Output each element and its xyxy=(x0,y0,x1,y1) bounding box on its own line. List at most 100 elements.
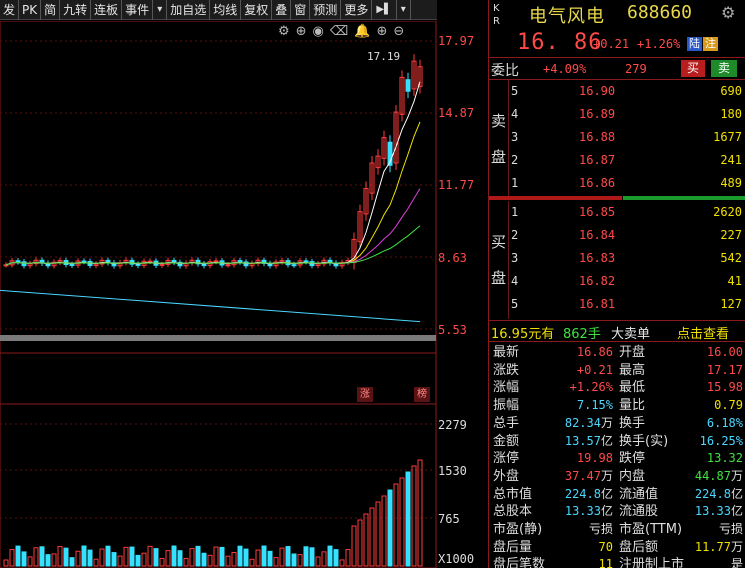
level-price: 16.85 xyxy=(579,205,616,219)
volume-bar xyxy=(219,546,225,567)
stat-value: 15.98 xyxy=(707,379,743,396)
stat-row: 换手(实) 16.25% xyxy=(619,433,743,450)
volume-bar xyxy=(81,545,87,567)
kline-chart-svg[interactable] xyxy=(0,21,488,568)
stat-label: 盘后笔数 xyxy=(493,557,546,568)
stat-label: 市盈(静) xyxy=(493,522,543,537)
candle-body xyxy=(291,264,297,267)
volume-bar xyxy=(387,489,393,567)
stat-label: 涨跌 xyxy=(493,362,520,378)
level-num: 4 xyxy=(511,274,519,288)
stat-value: +1.26% xyxy=(570,379,613,396)
stat-row: 最新 16.86 xyxy=(493,344,613,361)
level-volume: 241 xyxy=(720,153,742,167)
stat-label: 最高 xyxy=(619,362,646,378)
bid-level[interactable]: 1 16.85 2620 xyxy=(509,201,745,223)
bid-level[interactable]: 5 16.81 127 xyxy=(509,293,745,315)
toolbar-dropdown2-icon[interactable]: ▾ xyxy=(397,0,411,20)
stat-value: 19.98 xyxy=(577,450,613,467)
bid-level[interactable]: 2 16.84 227 xyxy=(509,224,745,246)
ranking-tag[interactable]: 榜 xyxy=(414,387,430,402)
candle-body xyxy=(303,260,309,263)
bid-level[interactable]: 4 16.82 41 xyxy=(509,270,745,292)
stat-label: 总手 xyxy=(493,415,520,431)
volume-bar xyxy=(93,558,99,567)
stat-row: 跌停 13.32 xyxy=(619,450,743,467)
stock-name: 电气风电 xyxy=(529,6,605,27)
toolbar-item-jiuzhuan[interactable]: 九转 xyxy=(60,0,92,20)
buy-button[interactable]: 买 xyxy=(681,60,705,77)
stat-unit: 亿 xyxy=(730,504,743,519)
kline-chart[interactable]: ⚙⊕◉⌫🔔⊕⊖ 17.19 17.97 14.87 11.77 8.63 5.5… xyxy=(0,21,488,568)
stat-unit: 亿 xyxy=(730,486,743,501)
toolbar-dropdown-icon[interactable]: ▾ xyxy=(153,0,168,20)
ask-level[interactable]: 4 16.89 180 xyxy=(509,103,745,125)
toolbar-item-forecast[interactable]: 预测 xyxy=(310,0,342,20)
toolbar-item-overlay[interactable]: 叠 xyxy=(272,0,292,20)
limit-up-tag[interactable]: 涨 xyxy=(357,387,373,402)
volume-bar xyxy=(369,507,375,567)
level-price: 16.89 xyxy=(579,107,616,121)
level-num: 2 xyxy=(511,228,519,242)
stat-value: 224.8亿 xyxy=(695,486,743,503)
stat-number: 13.32 xyxy=(706,451,743,466)
toolbar-item-ma[interactable]: 均线 xyxy=(210,0,242,20)
toolbar-item-simple[interactable]: 简 xyxy=(41,0,61,20)
toolbar-item-events[interactable]: 事件 xyxy=(122,0,154,20)
volume-bar xyxy=(285,546,291,567)
big-trade-link[interactable]: 点击查看 xyxy=(677,323,729,342)
ask-level[interactable]: 2 16.87 241 xyxy=(509,149,745,171)
stat-number: 16.00 xyxy=(706,345,743,359)
sell-button[interactable]: 卖 xyxy=(711,60,737,77)
volume-unit-label: X1000 xyxy=(438,552,475,566)
stat-label: 盘后量 xyxy=(493,539,533,555)
toolbar-item-fa[interactable]: 发 xyxy=(0,0,20,20)
ma-long-line xyxy=(0,289,421,323)
stat-row: 金额 13.57亿 xyxy=(493,433,613,450)
toolbar-item-lianban[interactable]: 连板 xyxy=(91,0,123,20)
volume-bar xyxy=(195,545,201,567)
ask-level[interactable]: 5 16.90 690 xyxy=(509,80,745,102)
level-num: 1 xyxy=(511,205,519,219)
toolbar-item-more[interactable]: 更多 xyxy=(341,0,373,20)
chart-tool-icons[interactable]: ⚙⊕◉⌫🔔⊕⊖ xyxy=(278,24,410,39)
volume-bar xyxy=(183,557,189,567)
stat-row: 内盘 44.87万 xyxy=(619,468,743,485)
quote-panel: K R 电气风电 688660 ⚙ 16. 86 +0.21 +1.26% 陆 … xyxy=(488,0,745,568)
price-axis-tick: 17.97 xyxy=(438,34,475,48)
stat-number: 7.15% xyxy=(576,398,613,413)
candle-body xyxy=(3,264,9,267)
toolbar-item-add-watchlist[interactable]: 加自选 xyxy=(167,0,211,20)
stat-row: 盘后额 11.77万 xyxy=(619,539,743,556)
candle-body xyxy=(15,260,21,263)
stat-label: 总市值 xyxy=(493,486,533,502)
volume-bar xyxy=(3,559,9,567)
chart-frame xyxy=(0,21,437,568)
volume-bar xyxy=(117,555,123,567)
stat-number: 70 xyxy=(598,539,613,554)
ask-side-label: 卖 盘 xyxy=(489,80,509,196)
stat-row: 流通值 224.8亿 xyxy=(619,486,743,503)
candle-body xyxy=(159,263,165,266)
stat-row: 流通股 13.33亿 xyxy=(619,503,743,520)
stat-number: 224.8 xyxy=(564,486,601,501)
volume-bar xyxy=(315,556,321,567)
toolbar-expand-icon[interactable]: ▶▌ xyxy=(372,0,397,20)
volume-bar xyxy=(255,549,261,567)
stat-row: 开盘 16.00 xyxy=(619,344,743,361)
level-volume: 41 xyxy=(727,274,742,288)
ask-level[interactable]: 1 16.86 489 xyxy=(509,172,745,194)
volume-axis-tick: 765 xyxy=(438,512,460,526)
toolbar-item-pk[interactable]: PK xyxy=(19,0,42,20)
volume-bar xyxy=(321,551,327,567)
gear-icon[interactable]: ⚙ xyxy=(721,3,735,22)
volume-axis-tick: 1530 xyxy=(438,464,467,478)
stat-number: +0.21 xyxy=(576,362,613,377)
toolbar-item-adjust[interactable]: 复权 xyxy=(241,0,273,20)
stat-value: 11 xyxy=(599,556,613,568)
volume-axis-tick: 2279 xyxy=(438,418,467,432)
toolbar-item-window[interactable]: 窗 xyxy=(291,0,311,20)
bid-level[interactable]: 3 16.83 542 xyxy=(509,247,745,269)
volume-bar xyxy=(351,525,357,567)
ask-level[interactable]: 3 16.88 1677 xyxy=(509,126,745,148)
